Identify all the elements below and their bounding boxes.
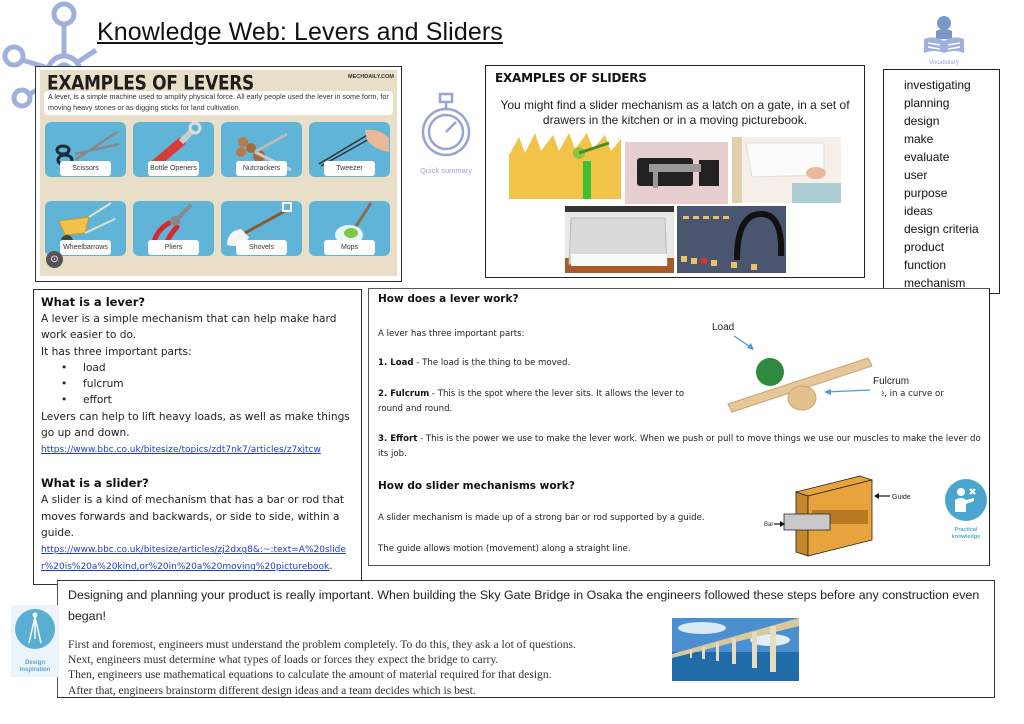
lever-tile-label: Nutcrackers (236, 161, 287, 176)
load-term: 1. Load (378, 358, 414, 368)
design-steps: First and foremost, engineers must under… (68, 637, 576, 698)
slider-examples-heading: EXAMPLES OF SLIDERS (495, 71, 647, 85)
vocabulary-word: ideas (904, 204, 933, 218)
fulcrum-text: - This is the spot where the lever sits.… (429, 389, 685, 399)
vocabulary-badge: Vocabulary (918, 13, 970, 66)
design-step: Then, engineers use mathematical equatio… (68, 668, 552, 682)
kitchen-drawer-photo (565, 206, 674, 273)
vocabulary-word: function (904, 258, 947, 272)
how-lever-heading: How does a lever work? (378, 293, 519, 305)
slider-text-1: A slider mechanism is made up of a stron… (378, 513, 705, 523)
fulcrum-text-end: round and round. (378, 403, 453, 414)
effort-term: 3. Effort (378, 434, 418, 444)
image-search-lens-icon[interactable]: ⊙ (46, 251, 63, 268)
slider-text-2: The guide allows motion (movement) along… (378, 544, 631, 554)
slider-bbc-link[interactable]: https://www.bbc.co.uk/bitesize/articles/… (41, 545, 346, 572)
practical-knowledge-badge: Practical knowledge (938, 478, 994, 541)
lever-parts-intro: It has three important parts: (41, 345, 192, 358)
load-explanation: 1. Load - The load is the thing to be mo… (378, 356, 570, 371)
mixing-desk-photo (677, 206, 786, 273)
lever-tile-label: Mops (324, 240, 375, 255)
vocabulary-list: investigating planning design make evaluate u… (883, 69, 1000, 294)
lever-tile-scissors: Scissors (45, 122, 126, 177)
vocabulary-word: investigating (904, 78, 971, 92)
design-lead-text: Designing and planning your product is r… (68, 588, 980, 623)
diagram-guide-label: Guide (892, 494, 910, 501)
fulcrum-term: 2. Fulcrum (378, 389, 430, 399)
practical-label-2: knowledge (951, 534, 981, 540)
how-slider-heading: How do slider mechanisms work? (378, 480, 575, 492)
vocabulary-word: purpose (904, 186, 948, 200)
vocabulary-word: design criteria (904, 222, 979, 236)
what-is-slider-heading: What is a slider? (41, 476, 149, 491)
reading-book-icon (924, 16, 964, 53)
page-title: Knowledge Web: Levers and Sliders (97, 18, 503, 46)
vocabulary-word: make (904, 132, 934, 146)
vocabulary-word: user (904, 168, 928, 182)
vocabulary-label: Vocabulary (929, 60, 959, 66)
lever-tile-label: Tweezer (324, 161, 375, 176)
vocabulary-word: evaluate (904, 150, 950, 164)
lever-tile-label: Shovels (236, 240, 287, 255)
how-lever-intro: A lever has three important parts: (378, 329, 525, 339)
lever-tile-label: Scissors (60, 161, 111, 176)
infographic-brand: MECHDAILY.COM (348, 74, 394, 80)
sky-gate-bridge-photo (672, 618, 799, 681)
effort-explanation: 3. Effort - This is the power we use to … (378, 432, 983, 461)
vocabulary-word: planning (904, 96, 950, 110)
lever-tile-shovel: Shovels (221, 201, 302, 256)
compass-icon (15, 609, 55, 649)
lever-tile-pliers: Pliers (133, 201, 214, 256)
diagram-load-label: Load (712, 322, 734, 333)
effort-text: - This is the power we use to make the l… (378, 434, 981, 459)
design-step: First and foremost, engineers must under… (68, 638, 576, 651)
design-label-2: inspiration (19, 667, 51, 673)
lever-definition: A lever is a simple mechanism that can h… (41, 313, 337, 342)
lever-part-item: fulcrum (61, 376, 354, 392)
person-teaching-icon (945, 479, 987, 521)
door-bolt-photo (625, 142, 728, 204)
diagram-bar-label: Bar (764, 522, 773, 528)
diagram-fulcrum-label: Fulcrum (873, 376, 909, 387)
lever-uses: Levers can help to lift heavy loads, as … (41, 410, 350, 440)
lever-bbc-link[interactable]: https://www.bbc.co.uk/bitesize/topics/zd… (41, 445, 321, 455)
design-step: Next, engineers must determine what type… (68, 653, 499, 667)
slider-examples-panel: EXAMPLES OF SLIDERS You might find a sli… (485, 65, 865, 278)
lever-tile-wheelbarrow: Wheelbarrows (45, 201, 126, 256)
slider-definition: A slider is a kind of mechanism that has… (41, 494, 345, 539)
lever-tile-tweezer: Tweezer (309, 122, 390, 177)
quick-summary-label: Quick summary (419, 166, 473, 175)
lever-part-item: effort (61, 392, 354, 408)
lever-tile-label: Wheelbarrows (60, 240, 111, 255)
design-inspiration-panel: Designing and planning your product is r… (57, 580, 995, 698)
lever-parts-list: load fulcrum effort (41, 360, 354, 409)
lever-examples-description: A lever, is a simple machine used to amp… (44, 91, 393, 115)
lever-tile-nutcracker: Nutcrackers (221, 122, 302, 177)
lever-examples-infographic: EXAMPLES OF LEVERS MECHDAILY.COM A lever… (35, 66, 402, 282)
lever-tile-bottle-opener: Bottle Openers (133, 122, 214, 177)
design-inspiration-badge: Design inspiration (11, 605, 59, 677)
quick-summary-badge: Quick summary (410, 92, 482, 175)
vocabulary-word: product (904, 240, 945, 254)
design-label-1: Design (24, 660, 45, 666)
picturebook-slider-photo (509, 131, 621, 199)
design-step: After that, engineers brainstorm differe… (68, 683, 476, 697)
link-period: . (329, 560, 333, 573)
load-text: - The load is the thing to be moved. (413, 358, 571, 368)
definitions-panel: What is a lever? A lever is a simple mec… (33, 289, 362, 585)
lever-tile-label: Pliers (148, 240, 199, 255)
stopwatch-icon (421, 92, 471, 157)
vocabulary-word: design (904, 114, 940, 128)
lever-tile-mop: Mops (309, 201, 390, 256)
storage-drawer-photo (732, 137, 841, 203)
what-is-lever-heading: What is a lever? (41, 295, 146, 309)
lever-tile-label: Bottle Openers (148, 161, 199, 176)
slider-examples-description: You might find a slider mechanism as a l… (500, 98, 850, 127)
slider-guide-diagram: Guide Bar (764, 475, 910, 557)
practical-label-1: Practical (954, 527, 978, 533)
lever-part-item: load (61, 360, 354, 376)
seesaw-lever-diagram: Load Fulcrum (712, 322, 909, 413)
